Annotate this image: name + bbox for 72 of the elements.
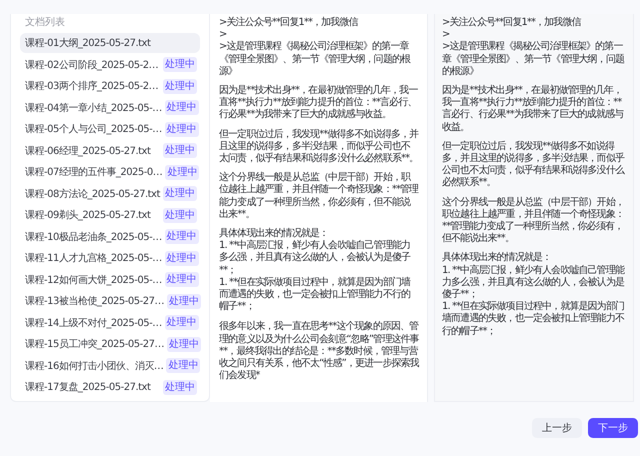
text-line: >: [219, 29, 228, 40]
status-badge: 处理中: [164, 229, 199, 244]
text-line: 因为是**技术出身**，在最初做管理的几年，我一直将**执行力**放到能力提升的首位：**言必行、行必果**为我带来了巨大的成就感与收益。: [219, 85, 419, 122]
text-line: 1. **中高层汇报，鲜少有人会吹嘘自己管理能力多么强，并且真有这么做的人，会被认为是傻子**；: [219, 240, 412, 276]
text-line: 这个分界线一般是从总监（中层干部）开始，职位越往上越严重，并且伴随一个奇怪现象：**管理能力变成了一种理所当然，你必须有，但不能说出来**。: [442, 196, 626, 246]
status-badge: 处理中: [163, 208, 197, 222]
text-line: 但一定职位过后，我发现**做得多不如说得多，并且这里的说得多，多半没结果，而似乎公司也不太问责，似乎有结果和说得多没什么必然联系**。: [219, 128, 419, 166]
status-badge: 处理中: [165, 164, 200, 180]
document-name: 课程-09剃头_2025-05-27.txt: [25, 208, 150, 222]
text-line: >关注公众号**回复1**，加我微信: [219, 17, 360, 30]
document-name: 课程-01大纲_2025-05-27.txt: [25, 36, 150, 50]
document-item[interactable]: 课程-10极品老油条_2025-05-… 处理中: [20, 226, 200, 246]
status-badge: 处理中: [163, 380, 197, 394]
status-badge: 处理中: [163, 78, 197, 94]
text-line: >: [442, 29, 450, 40]
document-name: 课程-08方法论_2025-05-27.txt: [25, 188, 160, 200]
document-name: 课程-05个人与公司_2025-05-…: [25, 122, 162, 136]
document-item[interactable]: 课程-03两个排序_2025-05-2… 处理中: [20, 76, 200, 96]
status-badge: 处理中: [166, 358, 200, 373]
text-line: >这是管理课程《揭秘公司治理框架》的第一章《管理全景图》、第一节《管理大纲，问题的根源》: [442, 41, 626, 78]
text-line: 这个分界线一般是从总监（中层干部）开始，职位越往上越严重，并且伴随一个奇怪现象：**管理能力变成了一种理所当然，你必须有，但不能说出来**。: [219, 172, 419, 222]
document-item[interactable]: 课程-09剃头_2025-05-27.txt 处理中: [20, 205, 200, 225]
document-item[interactable]: 课程-05个人与公司_2025-05-… 处理中: [20, 119, 200, 139]
document-name: 课程-15员工冲突_2025-05-27…: [25, 338, 164, 351]
status-badge: 处理中: [164, 250, 199, 266]
document-item[interactable]: 课程-14上级不对付_2025-05-… 处理中: [20, 312, 200, 332]
next-button[interactable]: 下一步: [588, 418, 638, 438]
status-badge: 处理中: [164, 122, 199, 136]
text-line: 1. **中高层汇报，鲜少有人会吹嘘自己管理能力多么强，并且真有这么做的人，会被认为是傻子**；: [442, 264, 626, 300]
status-badge: 处理中: [164, 315, 199, 330]
document-name: 课程-07经理的五件事_2025-0…: [25, 166, 162, 179]
text-line: 很多年以来，我一直在思考**这个现象的原因、管理的意义以及为什么公司会刻意“忽略”管理这件事**，最终我得出的结论是：**多数时候，管理与营收之间只有关系，他不太“性感”，更进一步探索我们会发现*: [219, 321, 419, 382]
document-item[interactable]: 课程-13被当枪使_2025-05-27… 处理中: [20, 291, 200, 311]
text-line: 因为是**技术出身**，在最初做管理的几年，我一直将**执行力**放到能力提升的首位：**言必行、行必果**为我带来了巨大的成就感与收益。: [442, 85, 624, 134]
document-item[interactable]: 课程-12如何画大饼_2025-05-… 处理中: [20, 270, 200, 290]
document-name: 课程-16如何打击小团伙、消灭…: [25, 360, 164, 372]
list-title: 文档列表: [24, 16, 66, 30]
document-name: 课程-06经理_2025-05-27.txt: [25, 144, 150, 158]
status-badge: 处理中: [163, 57, 197, 72]
document-item[interactable]: 课程-08方法论_2025-05-27.txt 处理中: [20, 184, 200, 204]
text-line: 具体体现出来的情况就是：: [219, 228, 330, 240]
document-name: 课程-10极品老油条_2025-05-…: [25, 230, 162, 244]
status-badge: 处理中: [166, 336, 201, 352]
text-line: 1. **但在实际做项目过程中，就算是因为部门墙而遭遇的失败，也一定会被扣上管理能力不行的帽子**；: [442, 301, 626, 338]
document-name: 课程-04第一章小结_2025-05-…: [25, 102, 162, 114]
status-badge: 处理中: [163, 143, 197, 158]
text-line: 1. **但在实际做项目过程中，就算是因为部门墙而遭遇的失败，也一定会被扣上管理能力不行的帽子**；: [219, 276, 412, 314]
document-name: 课程-11人才九宫格_2025-05-…: [25, 252, 162, 265]
text-line: >关注公众号**回复1**，加我微信: [442, 17, 582, 30]
document-item[interactable]: 课程-17复盘_2025-05-27.txt 处理中: [20, 377, 200, 397]
document-item[interactable]: 课程-16如何打击小团伙、消灭… 处理中: [20, 356, 200, 376]
document-name: 课程-03两个排序_2025-05-2…: [25, 80, 158, 93]
document-name: 课程-02公司阶段_2025-05-2…: [25, 58, 158, 72]
document-item[interactable]: 课程-01大纲_2025-05-27.txt: [20, 33, 200, 53]
previous-button[interactable]: 上一步: [532, 418, 582, 438]
document-item[interactable]: 课程-02公司阶段_2025-05-2… 处理中: [20, 54, 200, 74]
document-item[interactable]: 课程-04第一章小结_2025-05-… 处理中: [20, 98, 200, 118]
document-name: 课程-17复盘_2025-05-27.txt: [25, 381, 150, 394]
document-item[interactable]: 课程-11人才九宫格_2025-05-… 处理中: [20, 248, 200, 268]
status-badge: 处理中: [163, 186, 197, 201]
status-badge: 处理中: [164, 100, 199, 115]
document-item[interactable]: 课程-15员工冲突_2025-05-27… 处理中: [20, 334, 200, 354]
document-item[interactable]: 课程-06经理_2025-05-27.txt 处理中: [20, 140, 200, 160]
status-badge: 处理中: [166, 294, 201, 308]
text-line: >这是管理课程《揭秘公司治理框架》的第一章《管理全景图》、第一节《管理大纲，问题的根源》: [219, 41, 412, 78]
status-badge: 处理中: [164, 272, 199, 287]
document-item[interactable]: 课程-07经理的五件事_2025-0… 处理中: [20, 162, 200, 182]
document-name: 课程-12如何画大饼_2025-05-…: [25, 274, 162, 286]
text-line: 具体体现出来的情况就是：: [442, 252, 552, 264]
document-name: 课程-14上级不对付_2025-05-…: [25, 316, 162, 330]
text-line: 但一定职位过后，我发现**做得多不如说得多，并且这里的说得多，多半没结果，而似乎公司也不太问责，似乎有结果和说得多没什么必然联系**。: [442, 140, 626, 190]
document-name: 课程-13被当枪使_2025-05-27…: [25, 294, 164, 308]
